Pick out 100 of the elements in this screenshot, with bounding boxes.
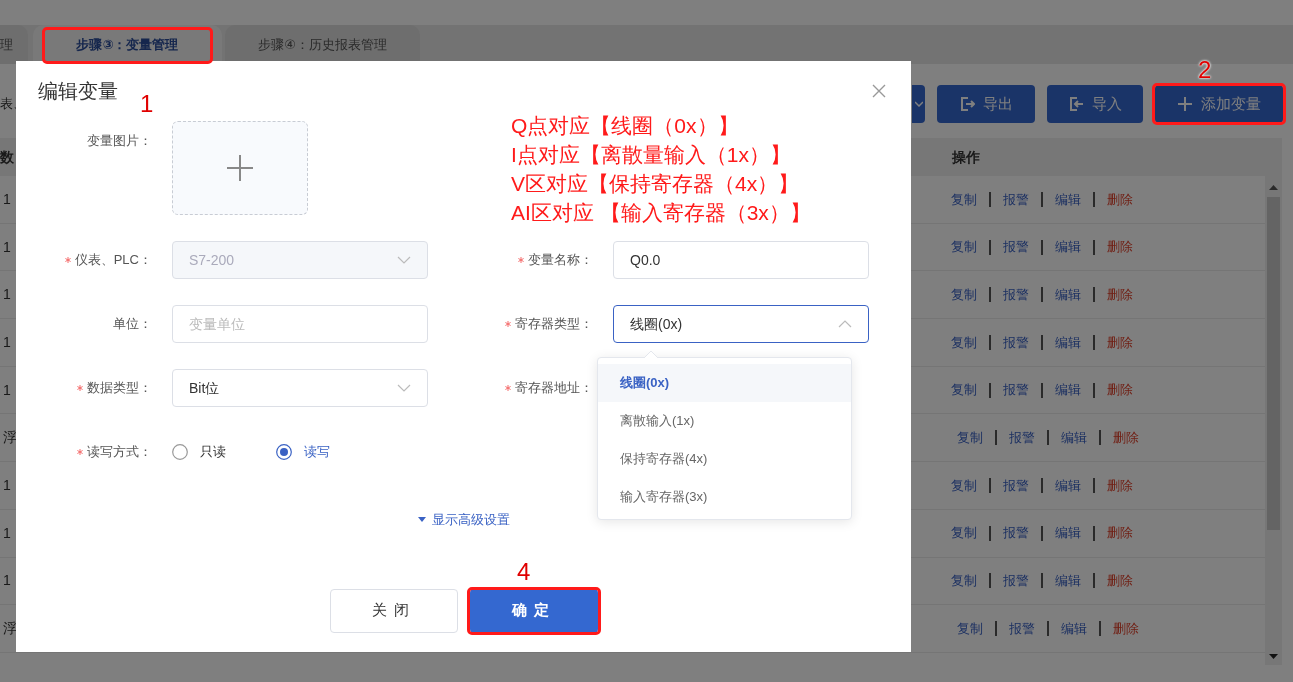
delete-link[interactable]: 删除 — [1106, 284, 1133, 305]
edit-link[interactable]: 编辑 — [1054, 475, 1081, 496]
toolbar-text: 表、 — [0, 95, 26, 114]
delete-link[interactable]: 删除 — [1113, 618, 1139, 639]
copy-link[interactable]: 复制 — [950, 189, 977, 210]
delete-link[interactable]: 删除 — [1106, 332, 1133, 353]
input-field[interactable]: Q0.0 — [613, 241, 869, 279]
scrollbar[interactable] — [1265, 176, 1282, 665]
close-button[interactable] — [872, 84, 886, 98]
copy-link[interactable]: 复制 — [950, 523, 977, 543]
radio-option[interactable]: 读写 — [276, 442, 330, 462]
plus-icon — [225, 153, 255, 183]
edit-link[interactable]: 编辑 — [1054, 332, 1081, 353]
annotation-number: 1 — [140, 92, 154, 116]
copy-link[interactable]: 复制 — [950, 237, 977, 257]
table-cell-text: 1 — [3, 332, 11, 352]
delete-link[interactable]: 删除 — [1106, 380, 1133, 400]
copy-link[interactable]: 复制 — [957, 618, 983, 639]
edit-link[interactable]: 编辑 — [1061, 618, 1087, 639]
toolbar-button[interactable]: 添加变量 — [1155, 85, 1283, 123]
annotation-text: V区对应【保持寄存器（4x）】 — [511, 171, 801, 197]
toolbar-button[interactable]: 导出 — [937, 85, 1035, 123]
alarm-link[interactable]: 报警 — [1002, 332, 1029, 353]
chevron-down-icon — [397, 256, 411, 264]
dropdown-option[interactable]: 输入寄存器(3x) — [598, 478, 851, 516]
field-label: 寄存器类型： — [515, 315, 593, 334]
dropdown-option[interactable]: 线圈(0x) — [598, 364, 851, 402]
field-label: 单位： — [113, 315, 152, 334]
field-label: 读写方式： — [87, 443, 152, 462]
select-field[interactable]: 线圈(0x) — [613, 305, 869, 343]
chevron-down-icon — [397, 384, 411, 392]
annotation-number: 2 — [1198, 58, 1212, 82]
close-button[interactable]: 关闭 — [329, 588, 458, 633]
field-label: 数据类型： — [87, 379, 152, 398]
alarm-link[interactable]: 报警 — [1002, 189, 1029, 210]
table-cell-text: 1 — [3, 523, 11, 543]
alarm-link[interactable]: 报警 — [1002, 284, 1029, 305]
edit-link[interactable]: 编辑 — [1054, 571, 1081, 591]
column-header: 数 — [0, 147, 14, 167]
alarm-link[interactable]: 报警 — [1009, 428, 1035, 448]
copy-link[interactable]: 复制 — [950, 475, 977, 496]
delete-link[interactable]: 删除 — [1106, 571, 1133, 591]
edit-link[interactable]: 编辑 — [1054, 284, 1081, 305]
edit-link[interactable]: 编辑 — [1054, 189, 1081, 210]
field-label: 变量图片： — [86, 132, 152, 150]
alarm-link[interactable]: 报警 — [1002, 523, 1029, 543]
advanced-settings-link[interactable]: 显示高级设置 — [417, 510, 510, 530]
delete-link[interactable]: 删除 — [1106, 523, 1133, 543]
toolbar-button[interactable] — [912, 85, 925, 123]
confirm-button[interactable]: 确定 — [469, 588, 598, 633]
table-cell-text: 浮 — [3, 619, 17, 639]
alarm-link[interactable]: 报警 — [1009, 618, 1035, 639]
plus-icon — [1177, 96, 1193, 112]
edit-link[interactable]: 编辑 — [1054, 237, 1081, 257]
copy-link[interactable]: 复制 — [950, 380, 977, 400]
caret-icon — [914, 101, 923, 107]
input-field[interactable]: 变量单位 — [172, 305, 428, 343]
field-label: 寄存器地址： — [515, 379, 593, 398]
dropdown-option[interactable]: 保持寄存器(4x) — [598, 440, 851, 478]
delete-link[interactable]: 删除 — [1106, 237, 1133, 257]
edit-link[interactable]: 编辑 — [1061, 428, 1087, 448]
field-label: 变量名称： — [528, 251, 593, 270]
image-upload[interactable] — [172, 121, 308, 215]
table-cell-text: 1 — [3, 189, 11, 209]
table-cell-text: 1 — [3, 571, 11, 591]
delete-link[interactable]: 删除 — [1113, 428, 1139, 448]
chevron-up-icon — [838, 320, 852, 328]
annotation-text: I点对应【离散量输入（1x）】 — [511, 142, 792, 168]
table-cell-text: 1 — [3, 285, 11, 305]
field-label: 仪表、PLC： — [74, 251, 152, 270]
select-field[interactable]: Bit位 — [172, 369, 428, 407]
dialog-title: 编辑变量 — [38, 79, 118, 104]
dropdown-option[interactable]: 离散输入(1x) — [598, 402, 851, 440]
caret-down-icon — [417, 517, 426, 523]
annotation-number: 4 — [517, 560, 531, 584]
edit-link[interactable]: 编辑 — [1054, 523, 1081, 543]
table-cell-text: 1 — [3, 475, 11, 495]
delete-link[interactable]: 删除 — [1106, 475, 1133, 496]
tab[interactable]: 步骤④：历史报表管理 — [225, 25, 420, 64]
annotation-text: Q点对应【线圈（0x）】 — [511, 113, 740, 139]
table-cell-text: 1 — [3, 237, 11, 257]
alarm-link[interactable]: 报警 — [1002, 571, 1029, 591]
delete-link[interactable]: 删除 — [1106, 189, 1133, 210]
export-icon — [959, 96, 975, 112]
copy-link[interactable]: 复制 — [950, 571, 977, 591]
toolbar-button[interactable]: 导入 — [1047, 85, 1143, 123]
alarm-link[interactable]: 报警 — [1002, 475, 1029, 496]
import-icon — [1068, 96, 1084, 112]
table-cell-text: 浮 — [3, 428, 17, 448]
annotation-text: AI区对应 【输入寄存器（3x）】 — [511, 200, 811, 226]
copy-link[interactable]: 复制 — [957, 428, 983, 448]
column-header: 操作 — [952, 147, 980, 167]
alarm-link[interactable]: 报警 — [1002, 237, 1029, 257]
table-cell-text: 1 — [3, 380, 11, 400]
tab[interactable]: 理 — [0, 25, 28, 64]
radio-option[interactable]: 只读 — [172, 442, 226, 462]
edit-link[interactable]: 编辑 — [1054, 380, 1081, 400]
copy-link[interactable]: 复制 — [950, 332, 977, 353]
copy-link[interactable]: 复制 — [950, 284, 977, 305]
alarm-link[interactable]: 报警 — [1002, 380, 1029, 400]
